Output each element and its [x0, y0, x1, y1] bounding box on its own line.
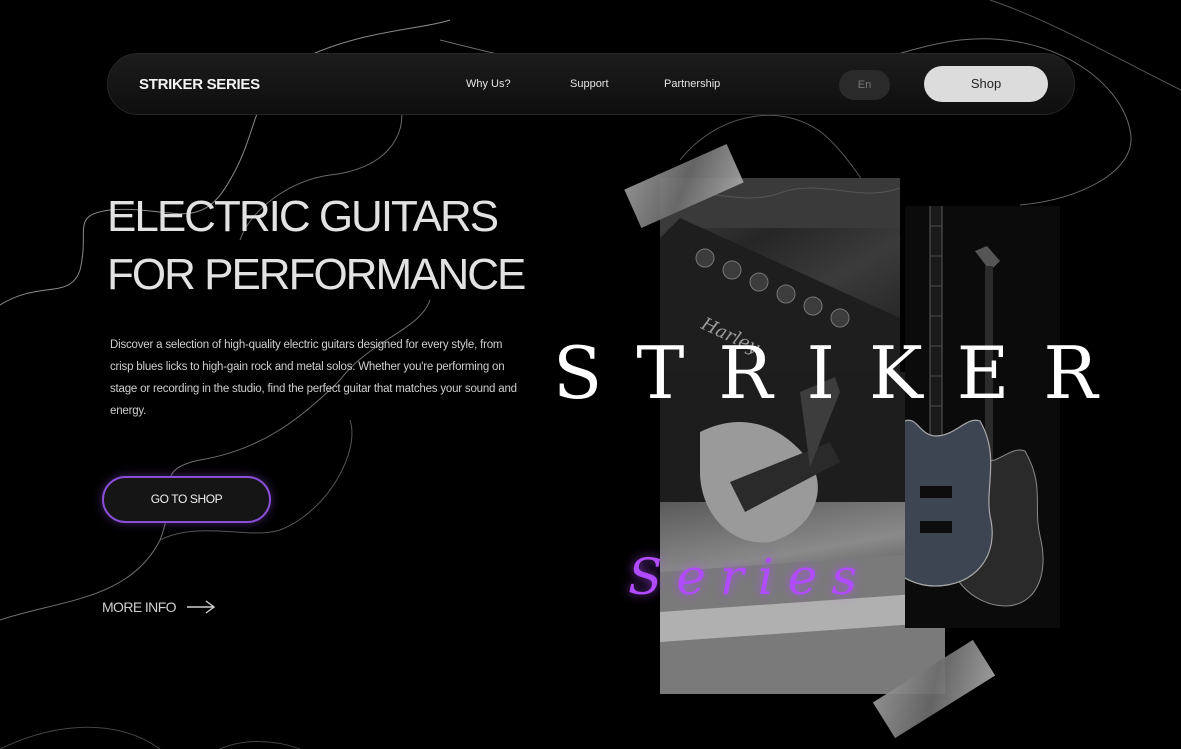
headline-line-1: ELECTRIC GUITARS — [107, 192, 499, 241]
language-toggle[interactable]: En — [839, 70, 890, 100]
guitarist-illustration — [660, 372, 945, 694]
shop-button[interactable]: Shop — [924, 66, 1048, 102]
striker-title: STRIKER — [553, 331, 1132, 415]
more-info-label: MORE INFO — [102, 599, 177, 615]
hero-description: Discover a selection of high-quality ele… — [110, 339, 517, 417]
nav-link-partnership[interactable]: Partnership — [664, 78, 720, 90]
top-navbar: STRIKER SERIES Why Us? Support Partnersh… — [107, 53, 1075, 115]
arrow-right-icon — [186, 600, 216, 614]
more-info-link[interactable]: MORE INFO — [102, 599, 216, 615]
go-to-shop-button[interactable]: GO TO SHOP — [102, 476, 271, 523]
headline-line-2: FOR PERFORMANCE — [107, 250, 526, 299]
nav-link-support[interactable]: Support — [570, 78, 609, 90]
series-script-title: Series — [628, 548, 871, 606]
brand-logo[interactable]: STRIKER SERIES — [139, 76, 260, 93]
hero-headline: ELECTRIC GUITARS FOR PERFORMANCE — [107, 188, 526, 304]
concert-crowd-photo — [660, 372, 945, 694]
nav-link-why-us[interactable]: Why Us? — [466, 78, 511, 90]
